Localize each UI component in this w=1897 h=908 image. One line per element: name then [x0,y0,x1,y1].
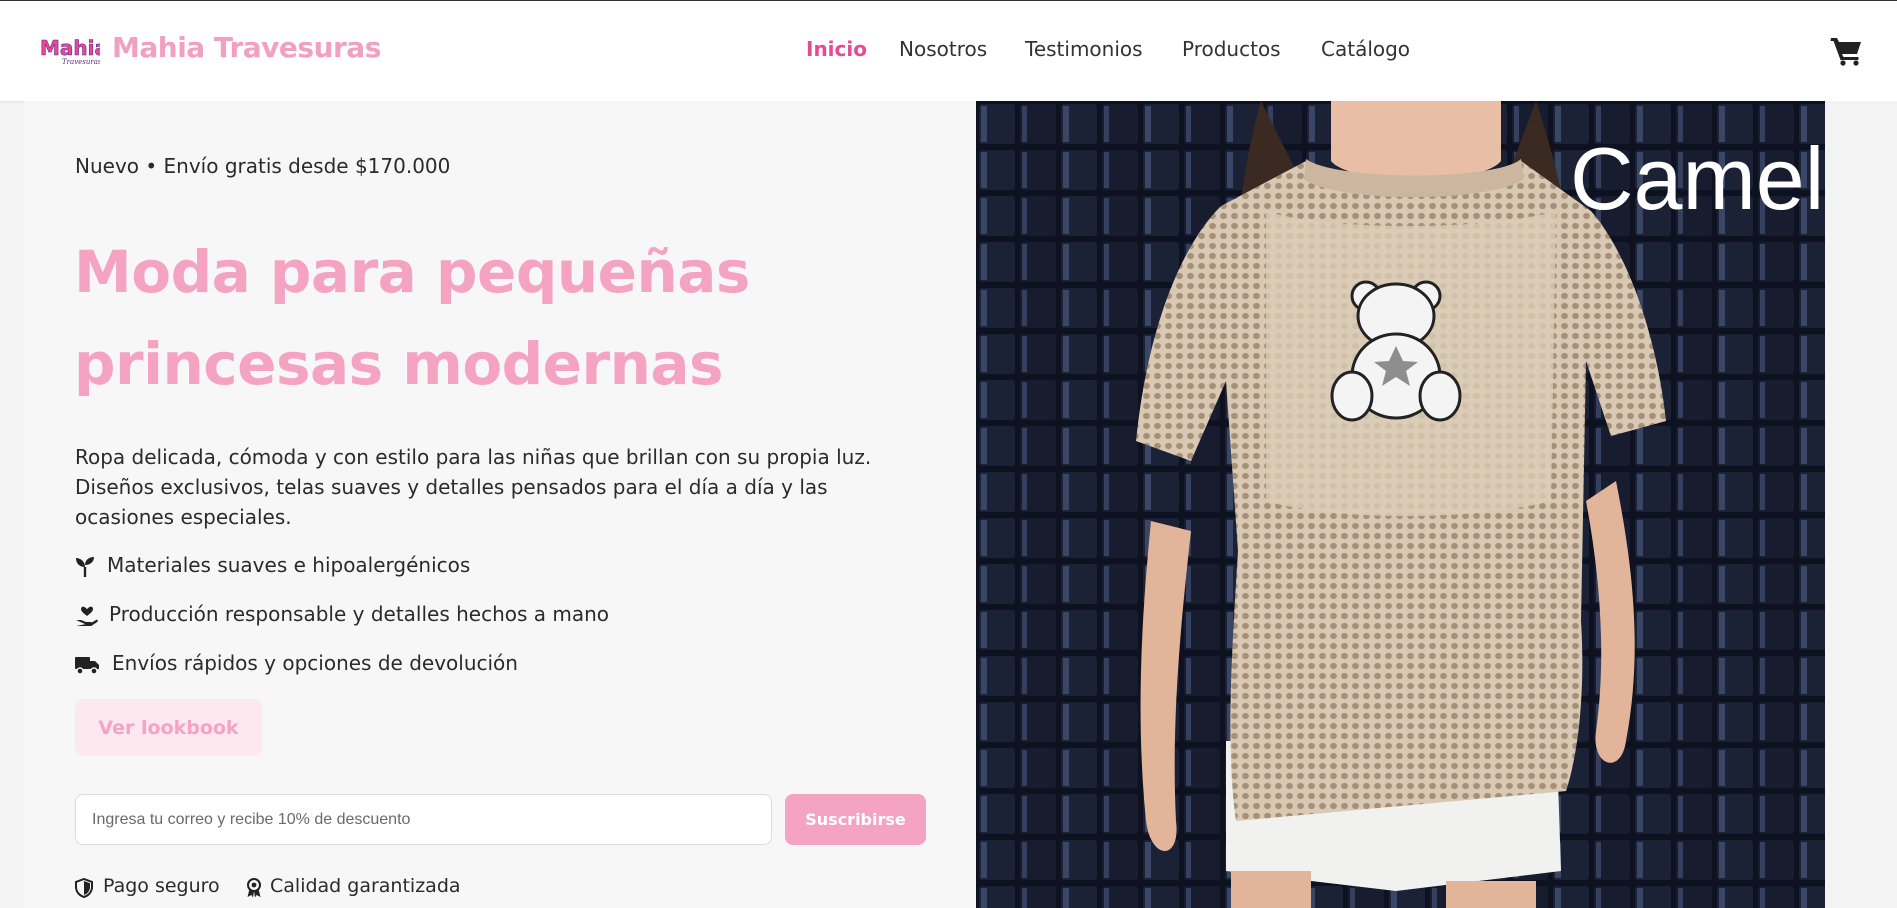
trust-label: Calidad garantizada [270,875,461,897]
nav-item-testimonios[interactable]: Testimonios [1025,37,1143,61]
feature-label: Envíos rápidos y opciones de devolución [112,651,518,675]
email-subscribe-input[interactable] [75,794,772,845]
brand-name[interactable]: Mahia Travesuras [112,31,381,64]
feature-label: Producción responsable y detalles hechos… [109,602,610,626]
hero-description: Ropa delicada, cómoda y con estilo para … [75,445,872,529]
nav-item-productos[interactable]: Productos [1182,37,1281,61]
hero-title-line2: princesas modernas [74,330,724,398]
hero-title-line1: Moda para pequeñas [74,238,750,306]
page-right-gutter [1825,101,1897,908]
shield-icon [75,878,93,898]
feature-label: Materiales suaves e hipoalergénicos [107,553,471,577]
site-header: Mahia Travesuras Mahia Travesuras Inicio… [0,1,1897,101]
hero-tagline: Nuevo • Envío gratis desde $170.000 [75,154,451,178]
lookbook-button[interactable]: Ver lookbook [75,699,262,756]
nav-item-inicio[interactable]: Inicio [806,37,867,61]
logo-text: Mahia [40,36,100,60]
logo-subtext: Travesuras [62,58,100,66]
nav-item-nosotros[interactable]: Nosotros [899,37,987,61]
award-icon [247,878,261,898]
truck-icon [75,657,99,675]
hero-title: Moda para pequeñas princesas modernas [74,226,914,410]
color-variant-caption: Camel [1570,129,1825,228]
seedling-icon [76,557,94,577]
nav-item-catalogo[interactable]: Catálogo [1321,37,1410,61]
subscribe-button[interactable]: Suscribirse [785,794,926,845]
trust-label: Pago seguro [103,875,220,897]
hand-heart-icon [76,606,98,626]
brand-logo[interactable]: Mahia Travesuras [38,33,100,67]
shopping-cart-icon[interactable] [1830,35,1864,67]
